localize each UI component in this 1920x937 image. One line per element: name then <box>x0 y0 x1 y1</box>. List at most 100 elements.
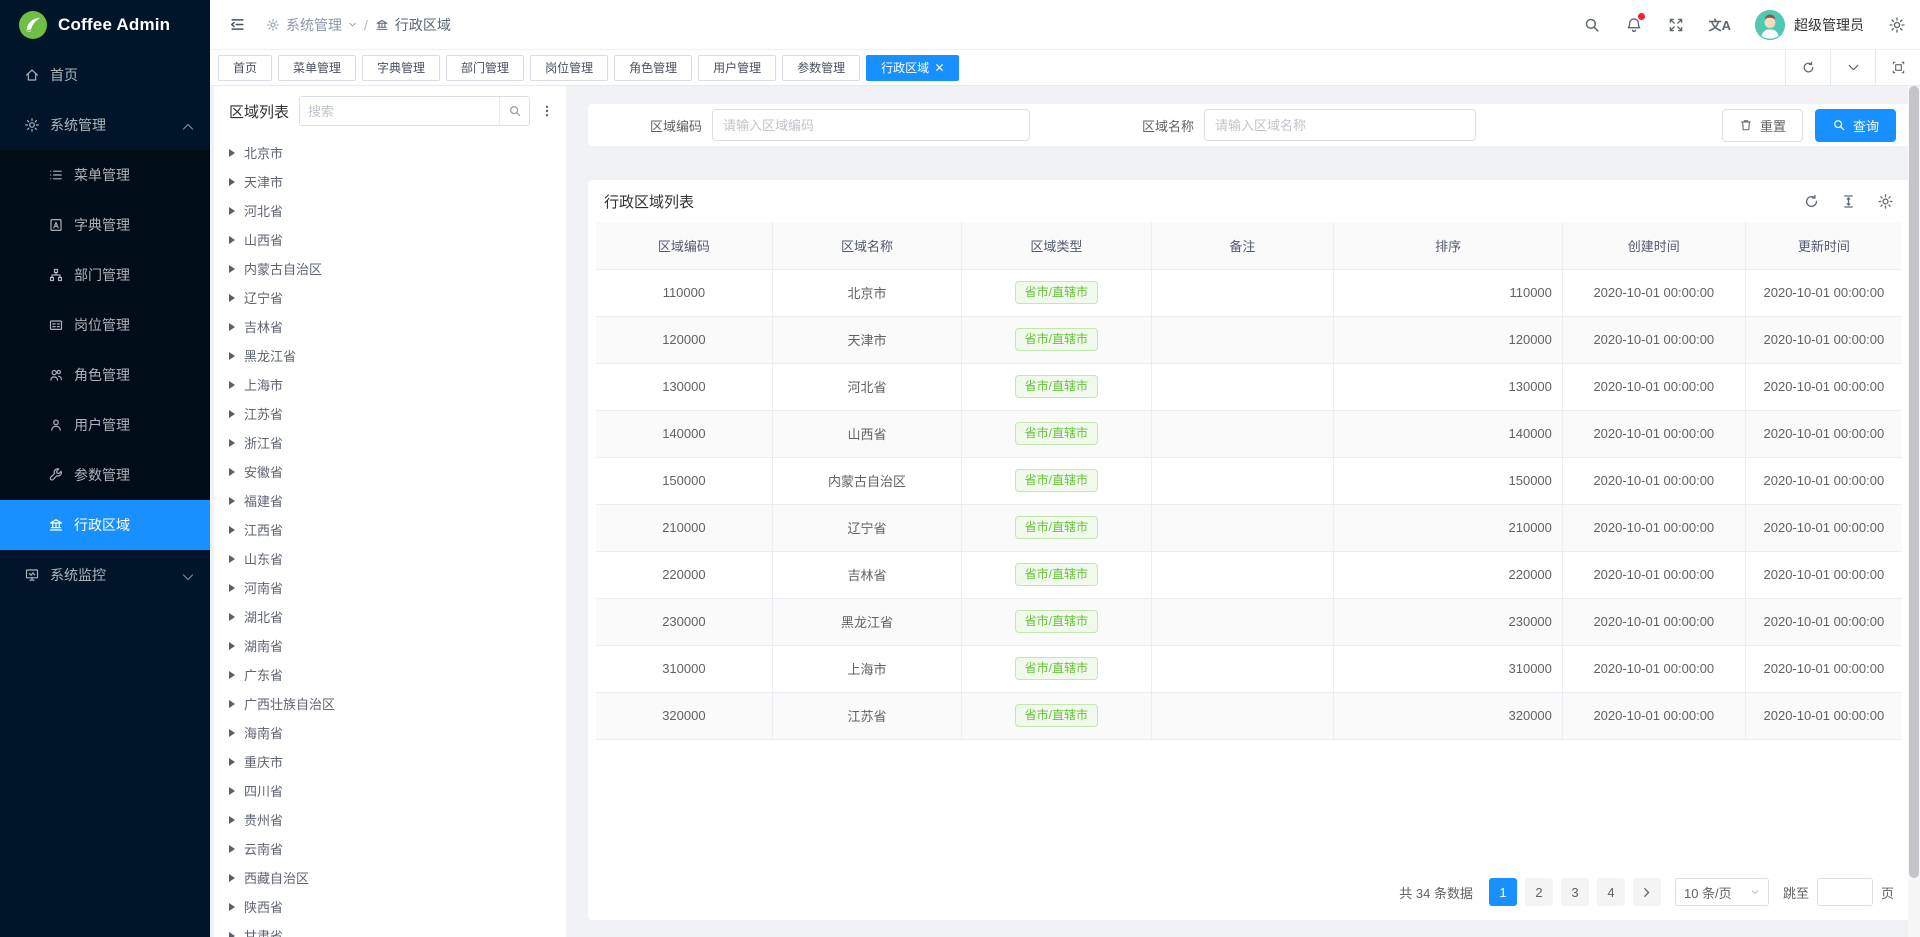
tree-item[interactable]: 内蒙古自治区 <box>214 254 566 283</box>
fullscreen-icon[interactable] <box>1667 16 1685 34</box>
tree-item[interactable]: 重庆市 <box>214 747 566 776</box>
caret-right-icon[interactable] <box>229 932 235 937</box>
caret-right-icon[interactable] <box>229 903 235 911</box>
refresh-tab-button[interactable] <box>1785 50 1830 85</box>
table-row[interactable]: 320000 江苏省 省市/直辖市 320000 2020-10-01 00:0… <box>596 692 1902 739</box>
tab-8[interactable]: 行政区域 <box>866 55 959 81</box>
scrollbar-thumb[interactable] <box>1909 86 1919 878</box>
sidebar-item-4[interactable]: 部门管理 <box>0 250 210 300</box>
tree-item[interactable]: 北京市 <box>214 138 566 167</box>
tab-list-dropdown-button[interactable] <box>1830 50 1875 85</box>
tab-4[interactable]: 岗位管理 <box>530 55 608 81</box>
tree-item[interactable]: 甘肃省 <box>214 921 566 937</box>
page-size-select[interactable]: 10 条/页 <box>1675 878 1769 906</box>
sidebar-item-6[interactable]: 角色管理 <box>0 350 210 400</box>
tree-item[interactable]: 贵州省 <box>214 805 566 834</box>
tree-item[interactable]: 黑龙江省 <box>214 341 566 370</box>
breadcrumb-parent[interactable]: 系统管理 <box>266 15 357 35</box>
sidebar-item-10[interactable]: 系统监控 <box>0 550 210 600</box>
maximize-content-button[interactable] <box>1875 50 1920 85</box>
tab-0[interactable]: 首页 <box>218 55 272 81</box>
caret-right-icon[interactable] <box>229 642 235 650</box>
tree-item[interactable]: 吉林省 <box>214 312 566 341</box>
caret-right-icon[interactable] <box>229 526 235 534</box>
tree-item[interactable]: 浙江省 <box>214 428 566 457</box>
tree-search-button[interactable] <box>499 97 529 125</box>
tree-item[interactable]: 四川省 <box>214 776 566 805</box>
table-row[interactable]: 120000 天津市 省市/直辖市 120000 2020-10-01 00:0… <box>596 316 1902 363</box>
tree-item[interactable]: 辽宁省 <box>214 283 566 312</box>
tree-item[interactable]: 广西壮族自治区 <box>214 689 566 718</box>
tree-item[interactable]: 江苏省 <box>214 399 566 428</box>
caret-right-icon[interactable] <box>229 758 235 766</box>
tree-item[interactable]: 天津市 <box>214 167 566 196</box>
sidebar-item-8[interactable]: 参数管理 <box>0 450 210 500</box>
caret-right-icon[interactable] <box>229 352 235 360</box>
sidebar-item-1[interactable]: 系统管理 <box>0 100 210 150</box>
tree-item[interactable]: 河北省 <box>214 196 566 225</box>
caret-right-icon[interactable] <box>229 845 235 853</box>
notification-bell-icon[interactable] <box>1625 16 1643 34</box>
caret-right-icon[interactable] <box>229 149 235 157</box>
window-scrollbar[interactable] <box>1908 86 1920 937</box>
tree-item[interactable]: 湖南省 <box>214 631 566 660</box>
caret-right-icon[interactable] <box>229 178 235 186</box>
caret-right-icon[interactable] <box>229 584 235 592</box>
caret-right-icon[interactable] <box>229 787 235 795</box>
sidebar-item-2[interactable]: 菜单管理 <box>0 150 210 200</box>
tree-item[interactable]: 广东省 <box>214 660 566 689</box>
caret-right-icon[interactable] <box>229 729 235 737</box>
table-row[interactable]: 140000 山西省 省市/直辖市 140000 2020-10-01 00:0… <box>596 410 1902 457</box>
caret-right-icon[interactable] <box>229 265 235 273</box>
page-button-2[interactable]: 2 <box>1525 878 1553 906</box>
region-code-input[interactable] <box>712 109 1030 141</box>
tree-item[interactable]: 湖北省 <box>214 602 566 631</box>
sidebar-item-7[interactable]: 用户管理 <box>0 400 210 450</box>
caret-right-icon[interactable] <box>229 671 235 679</box>
page-button-3[interactable]: 3 <box>1561 878 1589 906</box>
tree-item[interactable]: 云南省 <box>214 834 566 863</box>
reset-button[interactable]: 重置 <box>1722 109 1803 142</box>
column-settings-gear-icon[interactable] <box>1877 193 1894 210</box>
tree-item[interactable]: 福建省 <box>214 486 566 515</box>
caret-right-icon[interactable] <box>229 613 235 621</box>
caret-right-icon[interactable] <box>229 816 235 824</box>
refresh-icon[interactable] <box>1803 193 1820 210</box>
caret-right-icon[interactable] <box>229 294 235 302</box>
sidebar-item-5[interactable]: 岗位管理 <box>0 300 210 350</box>
caret-right-icon[interactable] <box>229 439 235 447</box>
table-row[interactable]: 310000 上海市 省市/直辖市 310000 2020-10-01 00:0… <box>596 645 1902 692</box>
table-row[interactable]: 210000 辽宁省 省市/直辖市 210000 2020-10-01 00:0… <box>596 504 1902 551</box>
tree-item[interactable]: 陕西省 <box>214 892 566 921</box>
tree-item[interactable]: 西藏自治区 <box>214 863 566 892</box>
caret-right-icon[interactable] <box>229 323 235 331</box>
translate-icon[interactable]: 文A <box>1709 15 1731 34</box>
caret-right-icon[interactable] <box>229 236 235 244</box>
jump-to-input[interactable] <box>1817 878 1873 906</box>
table-row[interactable]: 220000 吉林省 省市/直辖市 220000 2020-10-01 00:0… <box>596 551 1902 598</box>
caret-right-icon[interactable] <box>229 555 235 563</box>
search-icon[interactable] <box>1583 16 1601 34</box>
close-icon[interactable] <box>935 63 944 72</box>
tab-2[interactable]: 字典管理 <box>362 55 440 81</box>
sidebar-fold-button[interactable] <box>222 10 252 40</box>
sidebar-item-9[interactable]: 行政区域 <box>0 500 210 550</box>
tree-item[interactable]: 海南省 <box>214 718 566 747</box>
user-menu[interactable]: 超级管理员 <box>1755 10 1864 40</box>
caret-right-icon[interactable] <box>229 700 235 708</box>
tree-item[interactable]: 江西省 <box>214 515 566 544</box>
table-row[interactable]: 110000 北京市 省市/直辖市 110000 2020-10-01 00:0… <box>596 269 1902 316</box>
sidebar-item-3[interactable]: 字典管理 <box>0 200 210 250</box>
tree-item[interactable]: 安徽省 <box>214 457 566 486</box>
settings-gear-icon[interactable] <box>1888 16 1906 34</box>
caret-right-icon[interactable] <box>229 468 235 476</box>
tree-item[interactable]: 河南省 <box>214 573 566 602</box>
page-button-4[interactable]: 4 <box>1597 878 1625 906</box>
region-name-input[interactable] <box>1204 109 1476 141</box>
tab-7[interactable]: 参数管理 <box>782 55 860 81</box>
caret-right-icon[interactable] <box>229 207 235 215</box>
tree-item[interactable]: 山东省 <box>214 544 566 573</box>
tree-more-menu-button[interactable] <box>540 103 554 119</box>
row-density-icon[interactable] <box>1840 193 1857 210</box>
sidebar-item-0[interactable]: 首页 <box>0 50 210 100</box>
